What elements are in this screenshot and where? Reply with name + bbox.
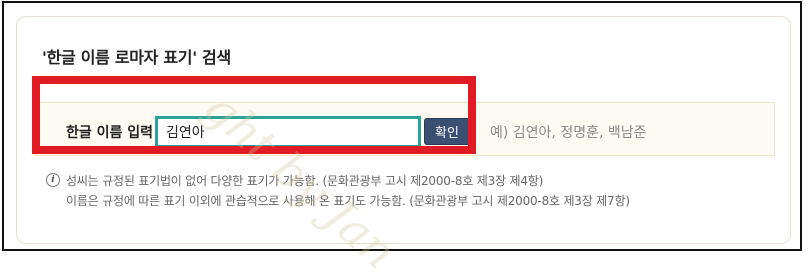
confirm-button[interactable]: 확인 — [424, 118, 470, 145]
info-icon: i — [46, 173, 60, 187]
example-text: 예) 김연아, 정명훈, 백남준 — [490, 125, 647, 141]
name-input-label: 한글 이름 입력 — [66, 125, 154, 141]
name-input[interactable] — [155, 116, 421, 148]
note-line-1: 성씨는 규정된 표기법이 없어 다양한 표기가 가능함. (문화관광부 고시 제… — [66, 174, 544, 188]
section-title: '한글 이름 로마자 표기' 검색 — [42, 48, 231, 67]
note-line-2: 이름은 규정에 따른 표기 이외에 관습적으로 사용해 온 표기도 가능함. (… — [66, 194, 630, 208]
